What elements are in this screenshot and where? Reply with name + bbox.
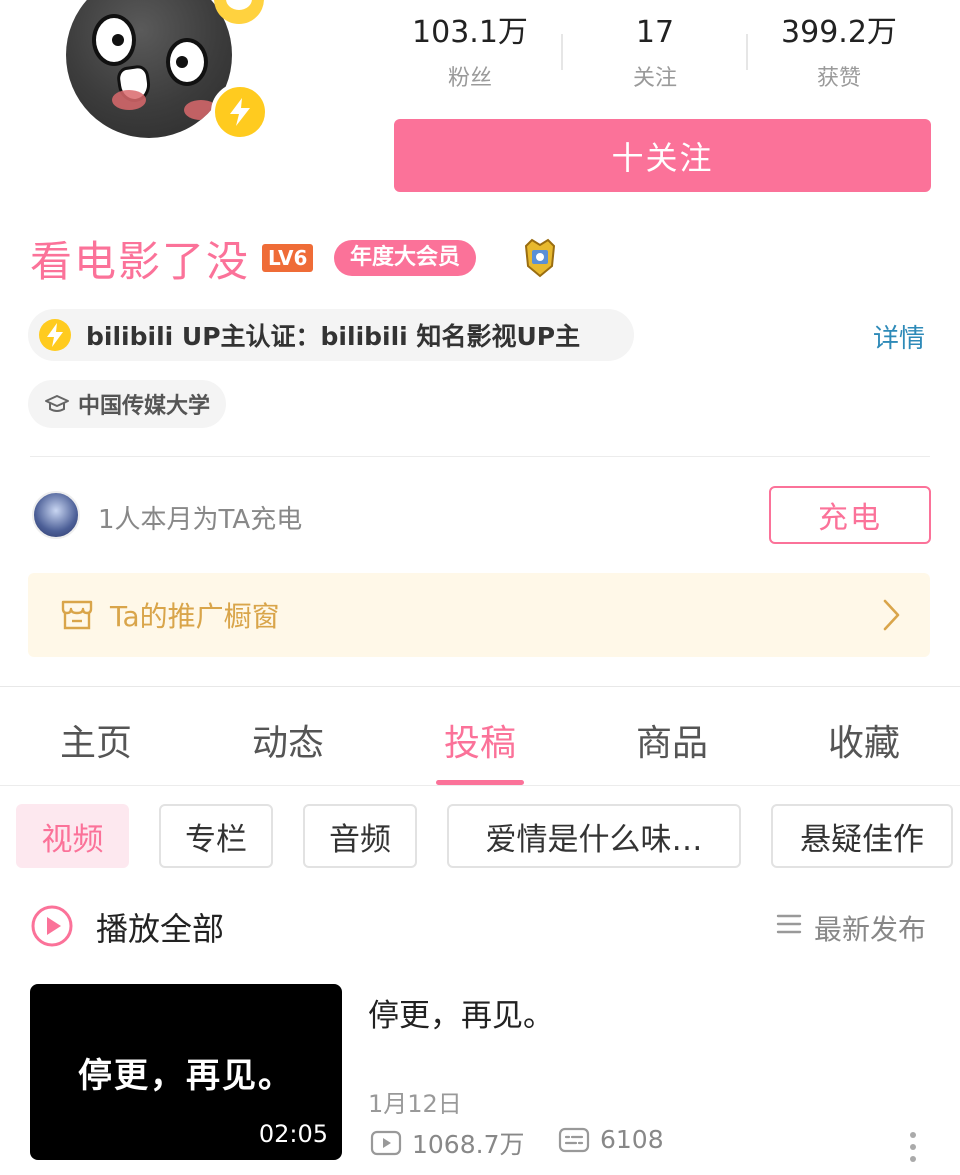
- video-title[interactable]: 停更，再见。: [368, 990, 554, 1035]
- certification-text: bilibili UP主认证：bilibili 知名影视UP主: [86, 322, 581, 351]
- graduation-cap-icon: [45, 395, 69, 412]
- danmaku-count-icon: [558, 1127, 590, 1152]
- play-all-button[interactable]: 播放全部: [96, 904, 224, 950]
- tab-uploads[interactable]: 投稿: [410, 714, 550, 766]
- school-tag[interactable]: 中国传媒大学: [28, 380, 227, 428]
- stat-label: 粉丝: [447, 66, 492, 91]
- avatar-image: [66, 0, 232, 138]
- showcase-label: Ta的推广橱窗: [110, 600, 280, 633]
- sort-list-icon[interactable]: [776, 912, 802, 936]
- stat-label: 关注: [632, 66, 677, 91]
- filter-chip-column[interactable]: 专栏: [159, 804, 273, 868]
- stat-likes[interactable]: 399.2万 获赞: [764, 18, 914, 92]
- stat-value: 103.1万: [412, 15, 528, 50]
- stat-label: 获赞: [816, 66, 861, 91]
- avatar-cheek: [112, 90, 146, 110]
- certified-bolt-icon: [39, 319, 71, 351]
- stat-divider: [746, 34, 748, 70]
- charge-button[interactable]: 充电: [769, 486, 931, 544]
- video-danmaku: 6108: [558, 1125, 664, 1154]
- lightning-badge-icon: [211, 83, 269, 141]
- stat-following[interactable]: 17 关注: [580, 18, 730, 92]
- divider: [0, 686, 960, 687]
- filter-chip-collection[interactable]: 爱情是什么味…: [447, 804, 741, 868]
- supporter-avatar[interactable]: [32, 491, 80, 539]
- divider: [0, 785, 960, 786]
- level-badge: LV6: [262, 244, 314, 272]
- certification-pill: bilibili UP主认证：bilibili 知名影视UP主: [28, 309, 634, 361]
- stat-divider: [561, 34, 563, 70]
- filter-chip-audio[interactable]: 音频: [303, 804, 417, 868]
- play-count-icon: [370, 1130, 402, 1156]
- filter-chip-mystery[interactable]: 悬疑佳作: [771, 804, 953, 868]
- follow-button[interactable]: 十关注: [394, 119, 931, 192]
- avatar[interactable]: [66, 0, 269, 141]
- stat-value: 399.2万: [781, 15, 897, 50]
- storefront-icon: [61, 600, 93, 630]
- tab-goods[interactable]: 商品: [602, 714, 742, 766]
- school-name: 中国传媒大学: [78, 394, 211, 419]
- video-duration: 02:05: [258, 1120, 328, 1148]
- play-all-icon[interactable]: [30, 904, 74, 948]
- promo-showcase-bar[interactable]: Ta的推广橱窗: [28, 573, 930, 657]
- tab-home[interactable]: 主页: [26, 714, 166, 766]
- stat-followers[interactable]: 103.1万 粉丝: [395, 18, 545, 92]
- video-views: 1068.7万: [370, 1125, 524, 1161]
- divider: [30, 456, 930, 457]
- user-name: 看电影了没: [30, 237, 251, 286]
- chevron-right-icon: [883, 599, 900, 631]
- video-thumbnail[interactable]: 停更，再见。 02:05: [30, 984, 342, 1160]
- avatar-eye-right: [166, 38, 208, 86]
- vip-badge[interactable]: 年度大会员: [334, 240, 477, 276]
- charge-summary[interactable]: 1人本月为TA充电: [98, 499, 302, 536]
- more-options-icon[interactable]: [906, 1130, 920, 1164]
- tab-dynamic[interactable]: 动态: [218, 714, 358, 766]
- view-count: 1068.7万: [412, 1130, 525, 1159]
- video-date: 1月12日: [368, 1090, 462, 1118]
- filter-chip-video[interactable]: 视频: [16, 804, 129, 868]
- medal-icon[interactable]: [518, 236, 562, 280]
- sort-option[interactable]: 最新发布: [814, 908, 926, 948]
- danmaku-count: 6108: [600, 1125, 664, 1154]
- avatar-eye-left: [92, 14, 136, 66]
- stat-value: 17: [635, 15, 675, 50]
- tab-favorites[interactable]: 收藏: [794, 714, 934, 766]
- certification-detail-link[interactable]: 详情: [873, 318, 925, 355]
- thumbnail-caption: 停更，再见。: [78, 1056, 294, 1096]
